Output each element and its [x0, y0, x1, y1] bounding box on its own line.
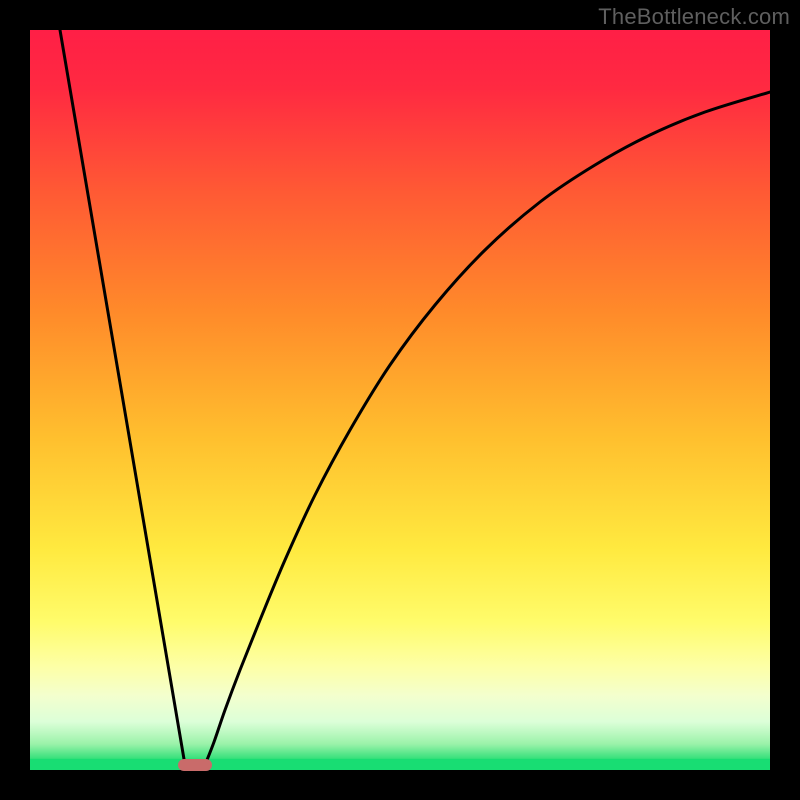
optimum-marker — [178, 759, 212, 771]
green-band — [30, 759, 770, 770]
gradient-background — [30, 30, 770, 770]
bottleneck-chart — [30, 30, 770, 770]
plot-frame — [30, 30, 770, 770]
watermark-text: TheBottleneck.com — [598, 4, 790, 30]
